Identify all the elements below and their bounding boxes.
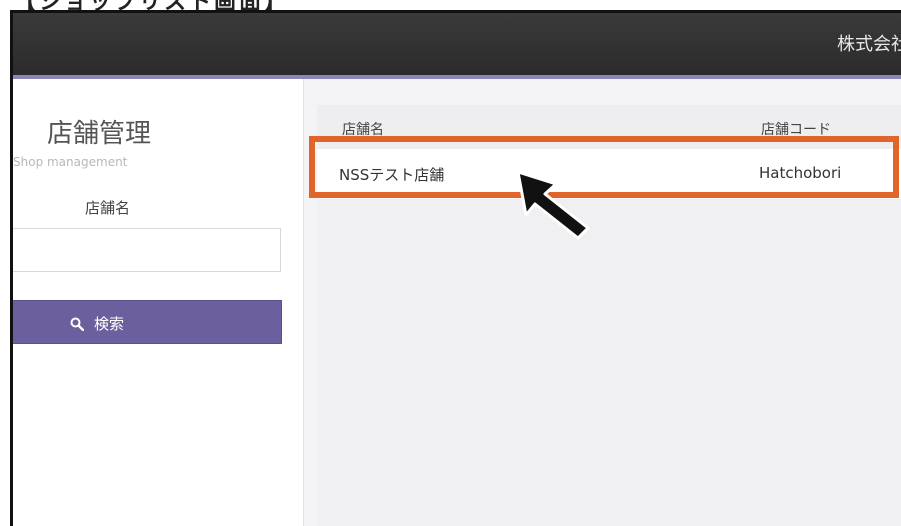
column-header-shop-code: 店舗コード xyxy=(761,122,831,138)
column-header-shop-name: 店舗名 xyxy=(342,122,384,138)
screenshot-frame: 株式会社 店舗管理 Shop management 店舗名 検索 店舗名 xyxy=(10,10,901,526)
shop-name-input[interactable] xyxy=(13,228,281,272)
cell-shop-name: NSSテスト店舗 xyxy=(339,166,445,184)
app-header: 株式会社 xyxy=(13,13,901,79)
shop-name-label: 店舗名 xyxy=(85,199,131,217)
search-button[interactable]: 検索 xyxy=(13,300,282,344)
sidebar-title: 店舗管理 xyxy=(47,119,152,149)
shop-list-panel: 店舗名 店舗コード NSSテスト店舗 Hatchobori xyxy=(317,105,901,526)
company-name: 株式会社 xyxy=(837,34,901,55)
search-button-label: 検索 xyxy=(94,315,125,333)
table-row[interactable]: NSSテスト店舗 Hatchobori xyxy=(317,149,901,199)
search-icon xyxy=(70,317,84,331)
shop-table: 店舗名 店舗コード NSSテスト店舗 Hatchobori xyxy=(317,105,901,199)
sidebar: 店舗管理 Shop management 店舗名 検索 xyxy=(13,79,304,526)
cell-shop-code: Hatchobori xyxy=(759,164,842,182)
sidebar-subtitle: Shop management xyxy=(13,155,128,169)
search-button-content: 検索 xyxy=(70,313,124,334)
page: 【ショップリスト画面】 株式会社 店舗管理 Shop management 店舗… xyxy=(0,0,901,526)
table-header: 店舗名 店舗コード xyxy=(317,105,901,149)
